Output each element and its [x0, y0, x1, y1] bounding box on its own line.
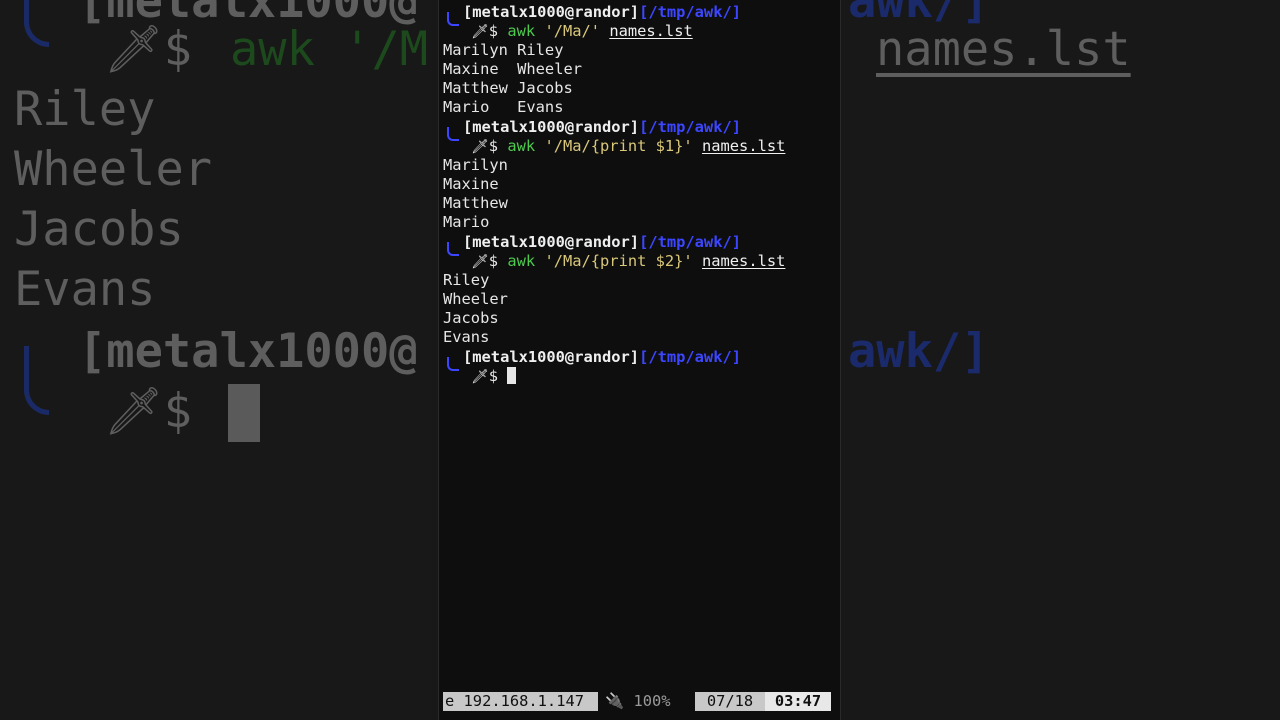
dagger-icon: 🗡	[471, 139, 489, 155]
bg-user-host-bottom: [metalx1000@	[78, 324, 418, 379]
prompt-path: [/tmp/awk/]	[639, 3, 741, 21]
output-line: Jacobs	[443, 309, 499, 327]
prompt-corner	[447, 127, 459, 141]
command-line-1: 🗡$ awk '/Ma/' names.lst	[471, 22, 693, 41]
prompt-path: [/tmp/awk/]	[639, 348, 741, 366]
status-time: 03:47	[765, 692, 831, 711]
command-name: awk	[507, 252, 536, 270]
prompt-corner	[447, 12, 459, 26]
bg-file-top: names.lst	[876, 22, 1131, 77]
dagger-icon: 🗡	[471, 369, 489, 385]
output-line: Mario	[443, 213, 490, 231]
status-bar: e 192.168.1.147 🔌 100% 07/18 03:47	[443, 692, 835, 711]
output-line: Maxine Wheeler	[443, 60, 582, 78]
prompt-symbol: $	[488, 22, 499, 40]
command-arg: '/Ma/{print $2}'	[544, 252, 693, 270]
prompt-symbol: $	[488, 367, 499, 385]
command-name: awk	[507, 137, 536, 155]
prompt-line: [metalx1000@randor][/tmp/awk/]	[463, 233, 741, 252]
status-date: 07/18	[695, 692, 765, 711]
command-arg: '/Ma/{print $1}'	[544, 137, 693, 155]
prompt-symbol: $	[488, 252, 499, 270]
prompt-corner	[447, 357, 459, 371]
command-file: names.lst	[701, 252, 786, 270]
bg-prompt-corner-bottom	[24, 346, 49, 415]
prompt-path: [/tmp/awk/]	[639, 118, 741, 136]
bg-word-3: Jacobs	[14, 202, 184, 257]
plug-icon: 🔌	[605, 692, 625, 710]
prompt-user-host: [metalx1000@randor]	[463, 118, 640, 136]
battery-level: 100%	[633, 692, 671, 710]
output-line: Mario Evans	[443, 98, 564, 116]
bg-prompt-corner-top	[24, 0, 49, 47]
prompt-user-host: [metalx1000@randor]	[463, 348, 640, 366]
prompt-line: [metalx1000@randor][/tmp/awk/]	[463, 118, 741, 137]
bg-cursor	[228, 384, 260, 442]
prompt-corner	[447, 242, 459, 256]
prompt-user-host: [metalx1000@randor]	[463, 233, 640, 251]
bg-dagger-icon-bottom: 🗡$	[104, 384, 192, 439]
output-line: Maxine	[443, 175, 499, 193]
prompt-path: [/tmp/awk/]	[639, 233, 741, 251]
output-line: Evans	[443, 328, 490, 346]
bg-word-4: Evans	[14, 262, 156, 317]
command-line-3: 🗡$ awk '/Ma/{print $2}' names.lst	[471, 252, 785, 271]
output-line: Matthew Jacobs	[443, 79, 573, 97]
output-line: Marilyn	[443, 156, 508, 174]
bg-word-1: Riley	[14, 82, 156, 137]
output-line: Riley	[443, 271, 490, 289]
dagger-icon: 🗡	[471, 24, 489, 40]
prompt-line: [metalx1000@randor][/tmp/awk/]	[463, 3, 741, 22]
bg-dagger-icon-top: 🗡$	[104, 22, 192, 77]
status-battery: 🔌 100%	[603, 692, 699, 711]
bg-path-bottom: awk/]	[848, 324, 990, 379]
bg-cmd-top: awk '/M	[230, 22, 429, 77]
output-line: Matthew	[443, 194, 508, 212]
output-line: Wheeler	[443, 290, 508, 308]
dagger-icon: 🗡	[471, 254, 489, 270]
command-file: names.lst	[701, 137, 786, 155]
prompt-symbol: $	[488, 137, 499, 155]
command-line-2: 🗡$ awk '/Ma/{print $1}' names.lst	[471, 137, 785, 156]
terminal-cursor[interactable]	[507, 367, 517, 384]
command-name: awk	[507, 22, 536, 40]
active-command-line[interactable]: 🗡$	[471, 367, 517, 386]
output-line: Marilyn Riley	[443, 41, 564, 59]
bg-word-2: Wheeler	[14, 142, 213, 197]
prompt-user-host: [metalx1000@randor]	[463, 3, 640, 21]
terminal-window[interactable]: [metalx1000@randor][/tmp/awk/] 🗡$ awk '/…	[438, 0, 841, 720]
prompt-line: [metalx1000@randor][/tmp/awk/]	[463, 348, 741, 367]
command-arg: '/Ma/'	[544, 22, 601, 40]
command-file: names.lst	[609, 22, 693, 40]
status-ip: e 192.168.1.147	[443, 692, 598, 711]
